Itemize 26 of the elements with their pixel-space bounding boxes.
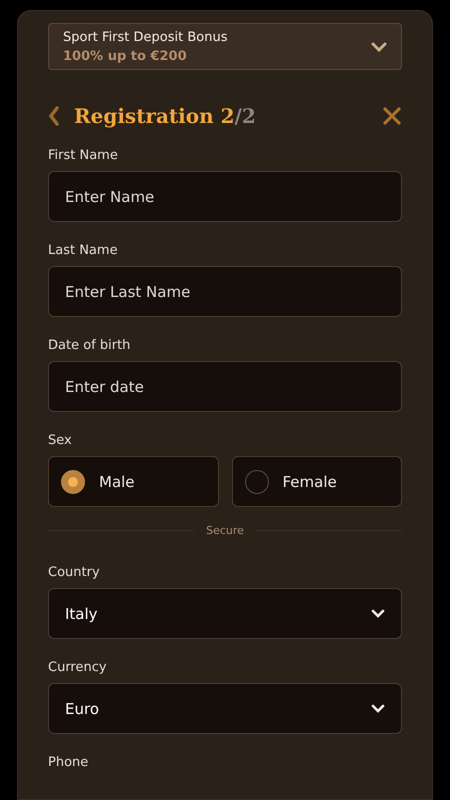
- field-label: Currency: [48, 660, 108, 675]
- radio-option[interactable]: Male: [48, 456, 218, 507]
- input-field[interactable]: Enter Name: [48, 171, 402, 222]
- select-field[interactable]: Euro: [48, 683, 402, 734]
- bonus-title: Sport First Deposit Bonus: [63, 30, 228, 44]
- input-field[interactable]: Enter Last Name: [48, 266, 402, 317]
- step-total: /2: [234, 104, 256, 128]
- divider-label: Secure: [206, 524, 244, 537]
- close-button[interactable]: [382, 106, 402, 126]
- bonus-subtitle: 100% up to €200: [63, 48, 188, 64]
- select-field[interactable]: Italy: [48, 588, 402, 639]
- input-field[interactable]: Enter date: [48, 361, 402, 412]
- chevron-down-icon: [371, 704, 385, 713]
- bonus-card[interactable]: Sport First Deposit Bonus 100% up to €200: [48, 23, 402, 70]
- field-label: First Name: [48, 148, 119, 163]
- field-label: Last Name: [48, 243, 119, 258]
- field-label: Country: [48, 565, 101, 580]
- registration-title: Registration: [74, 104, 215, 128]
- radio-option[interactable]: Female: [232, 456, 402, 507]
- field-label: Date of birth: [48, 338, 132, 353]
- chevron-down-icon: [371, 42, 387, 52]
- step-number: 2: [220, 104, 235, 128]
- back-button[interactable]: [48, 106, 60, 126]
- chevron-down-icon: [371, 609, 385, 618]
- field-label: Phone: [48, 755, 90, 770]
- field-label: Sex: [48, 433, 73, 448]
